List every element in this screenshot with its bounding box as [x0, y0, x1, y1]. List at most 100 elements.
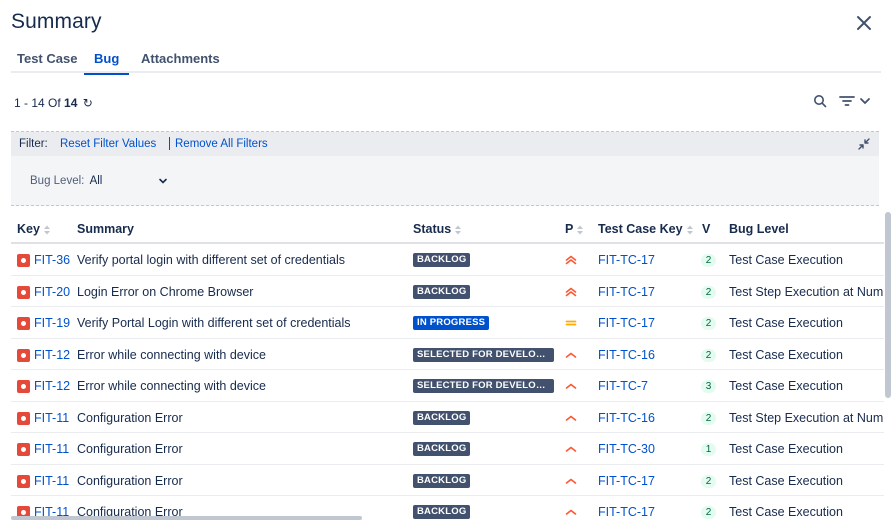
issue-key-link[interactable]: FIT-20 — [34, 285, 70, 299]
table-row[interactable]: FIT-20 Login Error on Chrome Browser BACKL… — [11, 276, 884, 307]
issue-key-link[interactable]: FIT-11 — [34, 442, 69, 456]
table-row[interactable]: FIT-12 Error while connecting with device… — [11, 339, 884, 370]
table-header: Key Summary Status P Test Case Key V Bug… — [11, 214, 884, 244]
bug-icon — [17, 254, 30, 267]
test-case-key-link[interactable]: FIT-TC-30 — [598, 442, 655, 456]
collapse-icon[interactable] — [856, 136, 872, 152]
bug-icon — [17, 380, 30, 393]
bug-level-value[interactable]: All — [90, 175, 103, 187]
filter-bar: Filter: Reset Filter Values Remove All F… — [11, 132, 879, 156]
test-case-key-link[interactable]: FIT-TC-17 — [598, 316, 655, 330]
table-row[interactable]: FIT-11 Configuration Error BACKLOG FIT-TC-1… — [11, 402, 884, 433]
remove-filters-link[interactable]: Remove All Filters — [175, 138, 268, 150]
pagination-info: 1 - 14 Of 14 ↻ — [14, 96, 93, 110]
table-row[interactable]: FIT-11 Configuration Error BACKLOG FIT-TC-3… — [11, 433, 884, 465]
priority-highest-icon — [564, 285, 578, 299]
status-badge: BACKLOG — [413, 284, 471, 299]
bug-icon — [17, 285, 30, 299]
version-badge: 2 — [701, 254, 716, 267]
column-header-priority[interactable]: P — [565, 222, 584, 236]
priority-high-icon — [564, 379, 578, 393]
dialog-title: Summary — [11, 10, 102, 33]
sort-icon — [43, 225, 50, 235]
issue-key-link[interactable]: FIT-11 — [34, 474, 69, 488]
status-badge: BACKLOG — [413, 442, 471, 456]
horizontal-scrollbar[interactable] — [11, 516, 362, 520]
column-header-bug-level[interactable]: Bug Level — [729, 222, 789, 236]
bug-icon — [17, 411, 30, 425]
filter-panel: Filter: Reset Filter Values Remove All F… — [11, 131, 879, 206]
pager-total: 14 — [64, 96, 78, 110]
vertical-scrollbar[interactable] — [885, 212, 891, 398]
bug-level-cell: Test Step Execution at Numb — [729, 284, 884, 299]
status-badge: BACKLOG — [413, 410, 471, 425]
close-icon[interactable] — [853, 12, 875, 34]
bug-level-cell: Test Case Execution — [729, 442, 843, 456]
chevron-down-icon[interactable] — [158, 176, 168, 189]
test-case-key-link[interactable]: FIT-TC-17 — [598, 253, 655, 267]
bugs-table: Key Summary Status P Test Case Key V Bug… — [11, 214, 884, 520]
priority-high-icon — [564, 474, 578, 488]
test-case-key-link[interactable]: FIT-TC-7 — [598, 379, 648, 393]
version-badge: 1 — [701, 443, 716, 456]
refresh-icon[interactable]: ↻ — [83, 96, 93, 110]
priority-high-icon — [564, 442, 578, 456]
priority-high-icon — [564, 348, 578, 362]
issue-key-link[interactable]: FIT-12 — [34, 348, 70, 362]
column-header-key[interactable]: Key — [17, 222, 51, 236]
priority-high-icon — [564, 505, 578, 519]
bug-icon — [17, 443, 30, 456]
search-icon[interactable] — [813, 94, 827, 113]
issue-key-link[interactable]: FIT-11 — [34, 411, 69, 425]
version-badge: 2 — [701, 474, 716, 488]
column-header-status[interactable]: Status — [413, 222, 462, 236]
column-header-summary[interactable]: Summary — [77, 222, 134, 236]
tab-bug[interactable]: Bug — [83, 51, 130, 75]
tab-bar: Test Case Bug Attachments — [11, 51, 881, 75]
bug-level-cell: Test Case Execution — [729, 473, 843, 488]
issue-key-link[interactable]: FIT-36 — [34, 253, 70, 267]
issue-key-link[interactable]: FIT-12 — [34, 379, 70, 393]
issue-summary: Verify portal login with different set o… — [77, 253, 345, 267]
table-row[interactable]: FIT-12 Error while connecting with device… — [11, 370, 884, 402]
issue-key-link[interactable]: FIT-19 — [34, 316, 70, 330]
sort-icon — [686, 225, 693, 235]
sort-icon — [577, 225, 584, 235]
test-case-key-link[interactable]: FIT-TC-17 — [598, 505, 655, 519]
priority-high-icon — [564, 411, 578, 425]
bug-level-cell: Test Case Execution — [729, 253, 843, 267]
priority-highest-icon — [564, 253, 578, 267]
version-badge: 2 — [701, 317, 716, 330]
bug-icon — [17, 348, 30, 362]
version-badge: 3 — [701, 380, 716, 393]
chevron-down-icon[interactable] — [859, 94, 871, 113]
test-case-key-link[interactable]: FIT-TC-16 — [598, 411, 655, 425]
version-badge: 2 — [701, 506, 716, 519]
filter-label: Filter: — [19, 138, 48, 150]
issue-summary: Error while connecting with device — [77, 347, 266, 362]
filter-icon[interactable] — [839, 94, 855, 113]
status-badge: SELECTED FOR DEVELOPM... — [413, 379, 554, 393]
status-badge: SELECTED FOR DEVELOPM... — [413, 347, 554, 362]
column-header-test-case-key[interactable]: Test Case Key — [598, 222, 694, 236]
test-case-key-link[interactable]: FIT-TC-16 — [598, 348, 655, 362]
reset-filter-link[interactable]: Reset Filter Values — [60, 138, 156, 150]
test-case-key-link[interactable]: FIT-TC-17 — [598, 474, 655, 488]
pager-of: Of — [48, 96, 61, 110]
table-row[interactable]: FIT-36 Verify portal login with different… — [11, 244, 884, 276]
table-row[interactable]: FIT-19 Verify Portal Login with different… — [11, 307, 884, 339]
tab-attachments[interactable]: Attachments — [141, 51, 220, 73]
column-header-version[interactable]: V — [702, 222, 710, 236]
status-badge: BACKLOG — [413, 473, 471, 488]
bug-level-cell: Test Step Execution at Numb — [729, 410, 884, 425]
filter-divider — [169, 137, 170, 150]
table-row[interactable]: FIT-11 Configuration Error BACKLOG FIT-TC-1… — [11, 465, 884, 496]
version-badge: 2 — [701, 411, 716, 425]
bug-icon — [17, 317, 30, 330]
version-badge: 2 — [701, 285, 716, 299]
tab-test-case[interactable]: Test Case — [17, 51, 77, 73]
bug-level-filter[interactable]: Bug Level: All — [30, 175, 167, 187]
test-case-key-link[interactable]: FIT-TC-17 — [598, 285, 655, 299]
sort-icon — [455, 225, 462, 235]
bug-level-cell: Test Case Execution — [729, 379, 843, 393]
